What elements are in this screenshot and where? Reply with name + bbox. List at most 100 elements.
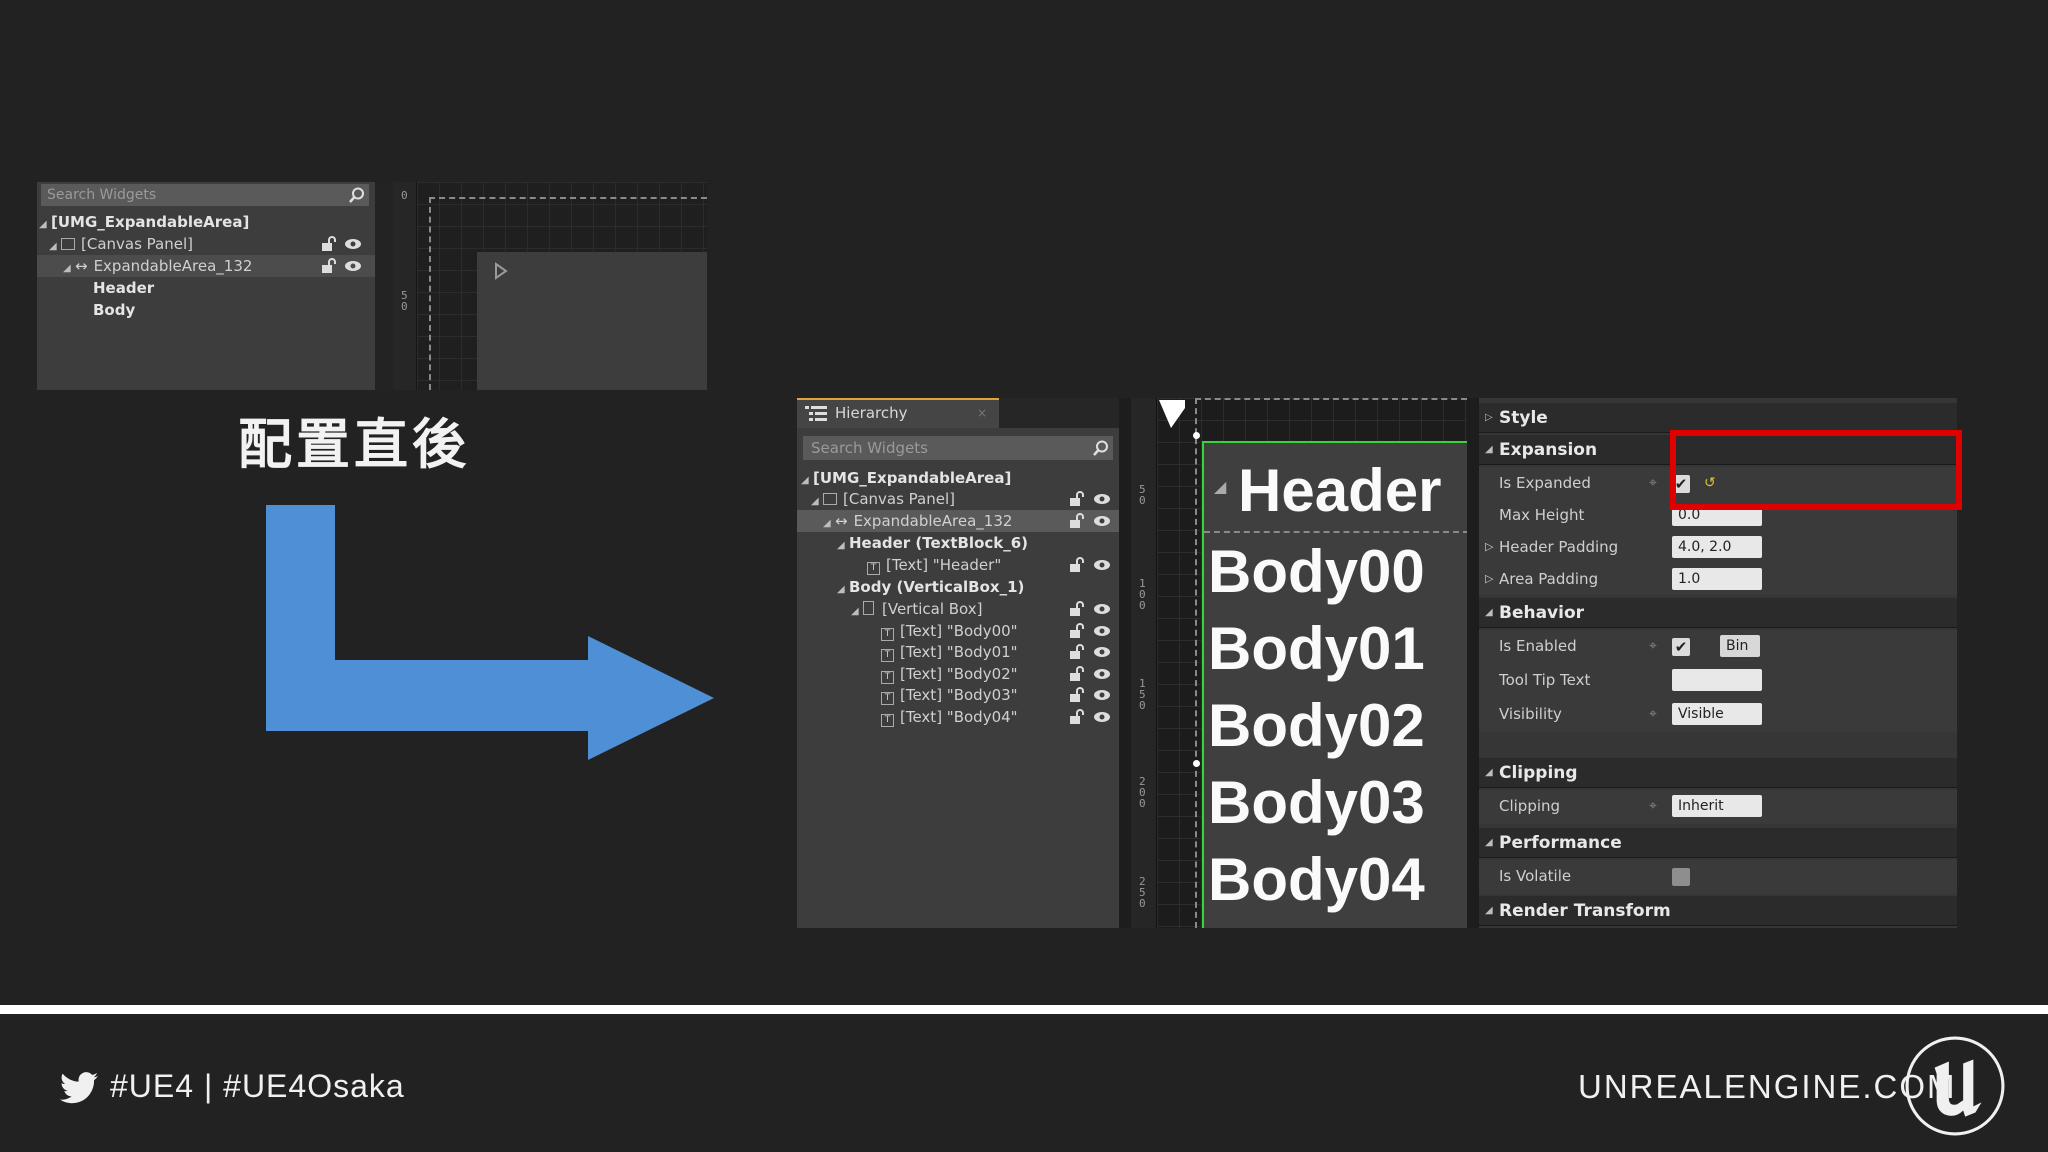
category-performance[interactable]: ◢ Performance xyxy=(1479,828,1957,858)
tab-hierarchy[interactable]: Hierarchy × xyxy=(797,398,999,428)
tree-item-header[interactable]: Header xyxy=(93,277,154,299)
before-editor-screenshot: Search Widgets ◢ [UMG_ExpandableArea] ◢ [C… xyxy=(37,182,707,390)
search-placeholder: Search Widgets xyxy=(811,439,928,457)
property-area-padding: ▷ Area Padding 1.0 xyxy=(1479,563,1957,595)
tree-item-vertical-box[interactable]: ◢ [Vertical Box] xyxy=(851,598,983,620)
tree-item-header[interactable]: ◢ Header (TextBlock_6) xyxy=(837,532,1028,554)
property-label: Header Padding xyxy=(1499,538,1619,556)
highlight-box xyxy=(1670,430,1962,510)
eye-icon[interactable] xyxy=(1093,512,1111,530)
header-padding-field[interactable]: 4.0, 2.0 xyxy=(1672,536,1762,558)
bind-icon[interactable]: ⌖ xyxy=(1649,467,1657,499)
slide: Search Widgets ◢ [UMG_ExpandableArea] ◢ [C… xyxy=(0,0,2048,1152)
website-url: UNREALENGINE.COM xyxy=(1578,1068,1957,1105)
tree-item-label: [Text] "Body03" xyxy=(900,686,1018,704)
expandable-area-widget[interactable] xyxy=(477,252,707,390)
tree-item-canvas-panel[interactable]: ◢ [Canvas Panel] xyxy=(811,488,955,510)
ruler-label: 5 0 xyxy=(401,289,408,313)
bind-icon[interactable]: ⌖ xyxy=(1649,630,1657,662)
vertical-ruler: 5 0 1 0 0 1 5 0 2 0 0 2 5 0 xyxy=(1131,398,1157,928)
property-label: Area Padding xyxy=(1499,570,1599,588)
tree-item-canvas-panel[interactable]: ◢ [Canvas Panel] xyxy=(49,233,193,255)
eye-icon[interactable] xyxy=(1093,643,1111,661)
property-is-volatile: Is Volatile xyxy=(1479,860,1957,894)
category-style[interactable]: ▷ Style xyxy=(1479,403,1957,433)
eye-icon[interactable] xyxy=(1093,600,1111,618)
eye-icon[interactable] xyxy=(1093,665,1111,683)
lock-icon[interactable] xyxy=(1068,622,1086,640)
eye-icon[interactable] xyxy=(1093,708,1111,726)
before-search-input[interactable]: Search Widgets xyxy=(41,184,369,206)
tree-item-root[interactable]: ◢ [UMG_ExpandableArea] xyxy=(39,211,249,233)
is-enabled-checkbox[interactable]: ✔ xyxy=(1672,638,1690,656)
expandable-area-widget[interactable]: ◢ Header Body00 Body01 Body02 Body03 Bod… xyxy=(1202,441,1467,928)
tree-item-label: [Text] "Header" xyxy=(886,556,1002,574)
property-label: Visibility xyxy=(1499,705,1562,723)
lock-icon[interactable] xyxy=(1068,643,1086,661)
tree-item-body01[interactable]: T [Text] "Body01" xyxy=(881,641,1018,663)
search-input[interactable]: Search Widgets xyxy=(803,436,1113,460)
tree-item-label: [UMG_ExpandableArea] xyxy=(813,469,1012,487)
lock-icon[interactable] xyxy=(1068,556,1086,574)
expanded-triangle-icon: ◢ xyxy=(1214,477,1227,496)
property-label: Clipping xyxy=(1499,797,1561,815)
lock-icon[interactable] xyxy=(1068,490,1086,508)
tool-tip-text-field[interactable] xyxy=(1672,669,1762,691)
body-text: Body01 xyxy=(1208,615,1425,682)
visibility-dropdown[interactable]: Visible xyxy=(1672,703,1762,725)
lock-icon[interactable] xyxy=(1068,708,1086,726)
tree-item-body00[interactable]: T [Text] "Body00" xyxy=(881,620,1018,642)
category-behavior[interactable]: ◢ Behavior xyxy=(1479,598,1957,628)
lock-icon[interactable] xyxy=(320,257,338,275)
clipping-dropdown[interactable]: Inherit xyxy=(1672,795,1762,817)
tree-item-label: [Text] "Body02" xyxy=(900,665,1018,683)
tree-item-root[interactable]: ◢ [UMG_ExpandableArea] xyxy=(801,467,1011,489)
anchor-icon[interactable] xyxy=(1155,398,1191,430)
tree-item-label: [UMG_ExpandableArea] xyxy=(51,213,250,231)
eye-icon[interactable] xyxy=(1093,556,1111,574)
resize-handle[interactable] xyxy=(1193,432,1200,439)
expand-triangle-icon: ◢ xyxy=(837,584,845,595)
tree-item-label: ExpandableArea_132 xyxy=(93,257,253,275)
property-is-enabled: Is Enabled ⌖ ✔ Bin xyxy=(1479,630,1957,664)
category-render-transform[interactable]: ◢ Render Transform xyxy=(1479,896,1957,926)
collapsed-triangle-icon: ▷ xyxy=(1485,540,1494,553)
tree-item-body[interactable]: Body xyxy=(93,299,135,321)
eye-icon[interactable] xyxy=(1093,490,1111,508)
panel-splitter[interactable] xyxy=(1467,398,1479,928)
tree-item-body04[interactable]: T [Text] "Body04" xyxy=(881,706,1018,728)
canvas-boundary xyxy=(1195,398,1197,928)
tree-item-body03[interactable]: T [Text] "Body03" xyxy=(881,684,1018,706)
eye-icon[interactable] xyxy=(344,257,362,275)
bind-icon[interactable]: ⌖ xyxy=(1649,698,1657,730)
canvas-panel-icon xyxy=(61,238,75,250)
close-icon[interactable]: × xyxy=(977,400,987,426)
panel-splitter[interactable] xyxy=(1119,398,1131,928)
lock-icon[interactable] xyxy=(1068,600,1086,618)
resize-handle[interactable] xyxy=(1193,760,1200,767)
eye-icon[interactable] xyxy=(344,235,362,253)
lock-icon[interactable] xyxy=(1068,512,1086,530)
bind-icon[interactable]: ⌖ xyxy=(1649,790,1657,822)
canvas-boundary xyxy=(1195,398,1467,400)
expandable-area-icon: ↔ xyxy=(75,257,88,275)
ruler-label: 1 0 0 xyxy=(1139,577,1146,612)
eye-icon[interactable] xyxy=(1093,622,1111,640)
panel-splitter[interactable] xyxy=(375,182,393,390)
right-arrow-graphic xyxy=(266,505,714,760)
category-label: Clipping xyxy=(1499,763,1578,783)
bind-button[interactable]: Bin xyxy=(1720,635,1760,657)
is-volatile-checkbox[interactable] xyxy=(1672,868,1690,886)
eye-icon[interactable] xyxy=(1093,686,1111,704)
tree-item-body[interactable]: ◢ Body (VerticalBox_1) xyxy=(837,576,1024,598)
ruler-label: 2 0 0 xyxy=(1139,775,1146,810)
lock-icon[interactable] xyxy=(320,235,338,253)
area-padding-field[interactable]: 1.0 xyxy=(1672,568,1762,590)
tree-item-header-text[interactable]: T [Text] "Header" xyxy=(867,554,1001,576)
search-icon xyxy=(349,187,364,203)
category-clipping[interactable]: ◢ Clipping xyxy=(1479,758,1957,788)
hierarchy-panel: Hierarchy × Search Widgets ◢ [UMG_Expanda… xyxy=(797,398,1119,928)
lock-icon[interactable] xyxy=(1068,686,1086,704)
lock-icon[interactable] xyxy=(1068,665,1086,683)
tree-item-body02[interactable]: T [Text] "Body02" xyxy=(881,663,1018,685)
